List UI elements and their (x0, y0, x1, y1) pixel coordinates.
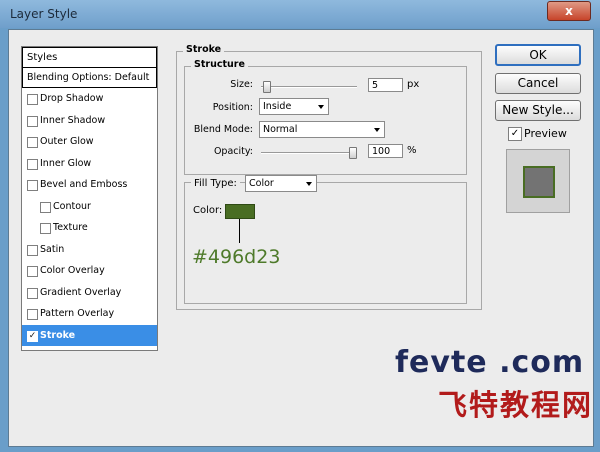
style-checkbox[interactable] (40, 223, 51, 234)
style-checkbox[interactable] (27, 244, 38, 256)
opacity-unit: % (407, 145, 417, 156)
style-checkbox[interactable] (27, 266, 38, 277)
new-style-button-label: New Style... (502, 103, 574, 117)
size-label: Size: (230, 79, 253, 90)
style-item-label: Color Overlay (40, 265, 105, 276)
style-checkbox[interactable] (27, 94, 38, 105)
callout-line (239, 219, 240, 243)
style-item-label: Contour (53, 200, 91, 212)
style-item-label: Texture (53, 222, 88, 233)
style-item-color-overlay[interactable]: Color Overlay (22, 260, 157, 282)
window-title: Layer Style (10, 7, 78, 21)
style-checkbox[interactable]: ✓ (27, 330, 38, 342)
fill-group (184, 182, 467, 304)
opacity-slider-track[interactable] (261, 152, 357, 154)
blend-mode-label: Blend Mode: (193, 124, 253, 135)
chevron-down-icon (306, 182, 312, 186)
style-item-label: Inner Glow (40, 157, 92, 169)
hex-annotation: #496d23 (192, 246, 281, 268)
style-item-stroke[interactable]: ✓ Stroke (22, 324, 157, 346)
style-item-pattern-overlay[interactable]: Pattern Overlay (22, 303, 157, 325)
fill-type-select[interactable]: Color (245, 175, 317, 192)
blend-mode-select[interactable]: Normal (259, 121, 385, 138)
cancel-button-label: Cancel (517, 76, 559, 90)
style-item-texture[interactable]: Texture (22, 217, 157, 239)
size-slider-track[interactable] (261, 86, 357, 88)
preview-thumbnail (506, 149, 570, 213)
preview-checkbox[interactable]: ✓ (508, 127, 522, 141)
style-item-label: Drop Shadow (40, 93, 104, 104)
color-swatch[interactable] (225, 204, 255, 219)
style-item-outer-glow[interactable]: Outer Glow (22, 131, 157, 153)
style-item-label: Inner Shadow (40, 114, 106, 126)
style-item-drop-shadow[interactable]: Drop Shadow (22, 88, 157, 110)
styles-list: Styles Blending Options: Default Drop Sh… (21, 46, 158, 351)
opacity-label: Opacity: (213, 146, 253, 157)
style-item-inner-glow[interactable]: Inner Glow (22, 153, 157, 175)
position-select[interactable]: Inside (259, 98, 329, 115)
stroke-group-title: Stroke (183, 44, 225, 55)
position-label: Position: (212, 102, 253, 113)
cancel-button[interactable]: Cancel (495, 73, 581, 94)
fill-type-label: Fill Type: (191, 178, 240, 189)
styles-header[interactable]: Styles (22, 47, 157, 68)
style-checkbox[interactable] (40, 201, 51, 213)
style-items: Drop Shadow Inner Shadow Outer Glow Inner G… (22, 88, 157, 346)
watermark-cn: 飞特教程网 (438, 388, 594, 422)
style-checkbox[interactable] (27, 158, 38, 170)
opacity-input[interactable]: 100 (368, 144, 403, 158)
watermark-en: fevte .com (395, 345, 585, 380)
style-checkbox[interactable] (27, 115, 38, 127)
style-item-gradient-overlay[interactable]: Gradient Overlay (22, 282, 157, 304)
color-label: Color: (193, 205, 223, 216)
ok-button[interactable]: OK (495, 44, 581, 66)
style-item-label: Stroke (40, 329, 76, 341)
close-button[interactable]: x (547, 1, 591, 21)
preview-label: Preview (524, 127, 567, 140)
style-checkbox[interactable] (27, 137, 38, 148)
size-unit: px (407, 79, 420, 90)
style-item-label: Gradient Overlay (40, 286, 122, 298)
new-style-button[interactable]: New Style... (495, 100, 581, 121)
opacity-slider-thumb[interactable] (349, 147, 357, 159)
style-item-inner-shadow[interactable]: Inner Shadow (22, 110, 157, 132)
style-checkbox[interactable] (27, 309, 38, 320)
style-item-label: Outer Glow (40, 136, 94, 147)
blending-options-item[interactable]: Blending Options: Default (22, 68, 157, 88)
chevron-down-icon (318, 105, 324, 109)
preview-swatch (523, 166, 555, 198)
style-item-label: Satin (40, 243, 65, 255)
structure-group-title: Structure (191, 59, 248, 70)
style-item-bevel-and-emboss[interactable]: Bevel and Emboss (22, 174, 157, 196)
position-value: Inside (263, 101, 292, 112)
style-item-label: Bevel and Emboss (40, 179, 128, 190)
style-checkbox[interactable] (27, 180, 38, 191)
title-bar[interactable]: Layer Style x (0, 0, 600, 28)
chevron-down-icon (374, 128, 380, 132)
size-input[interactable]: 5 (368, 78, 403, 92)
style-item-satin[interactable]: Satin (22, 239, 157, 261)
style-checkbox[interactable] (27, 287, 38, 299)
fill-type-value: Color (249, 178, 274, 189)
ok-button-label: OK (529, 48, 547, 62)
close-icon: x (565, 4, 573, 18)
style-item-contour[interactable]: Contour (22, 196, 157, 218)
layer-style-window: Layer Style x Styles Blending Options: D… (0, 0, 600, 452)
blend-mode-value: Normal (263, 124, 298, 135)
style-item-label: Pattern Overlay (40, 308, 115, 319)
size-slider-thumb[interactable] (262, 81, 271, 93)
